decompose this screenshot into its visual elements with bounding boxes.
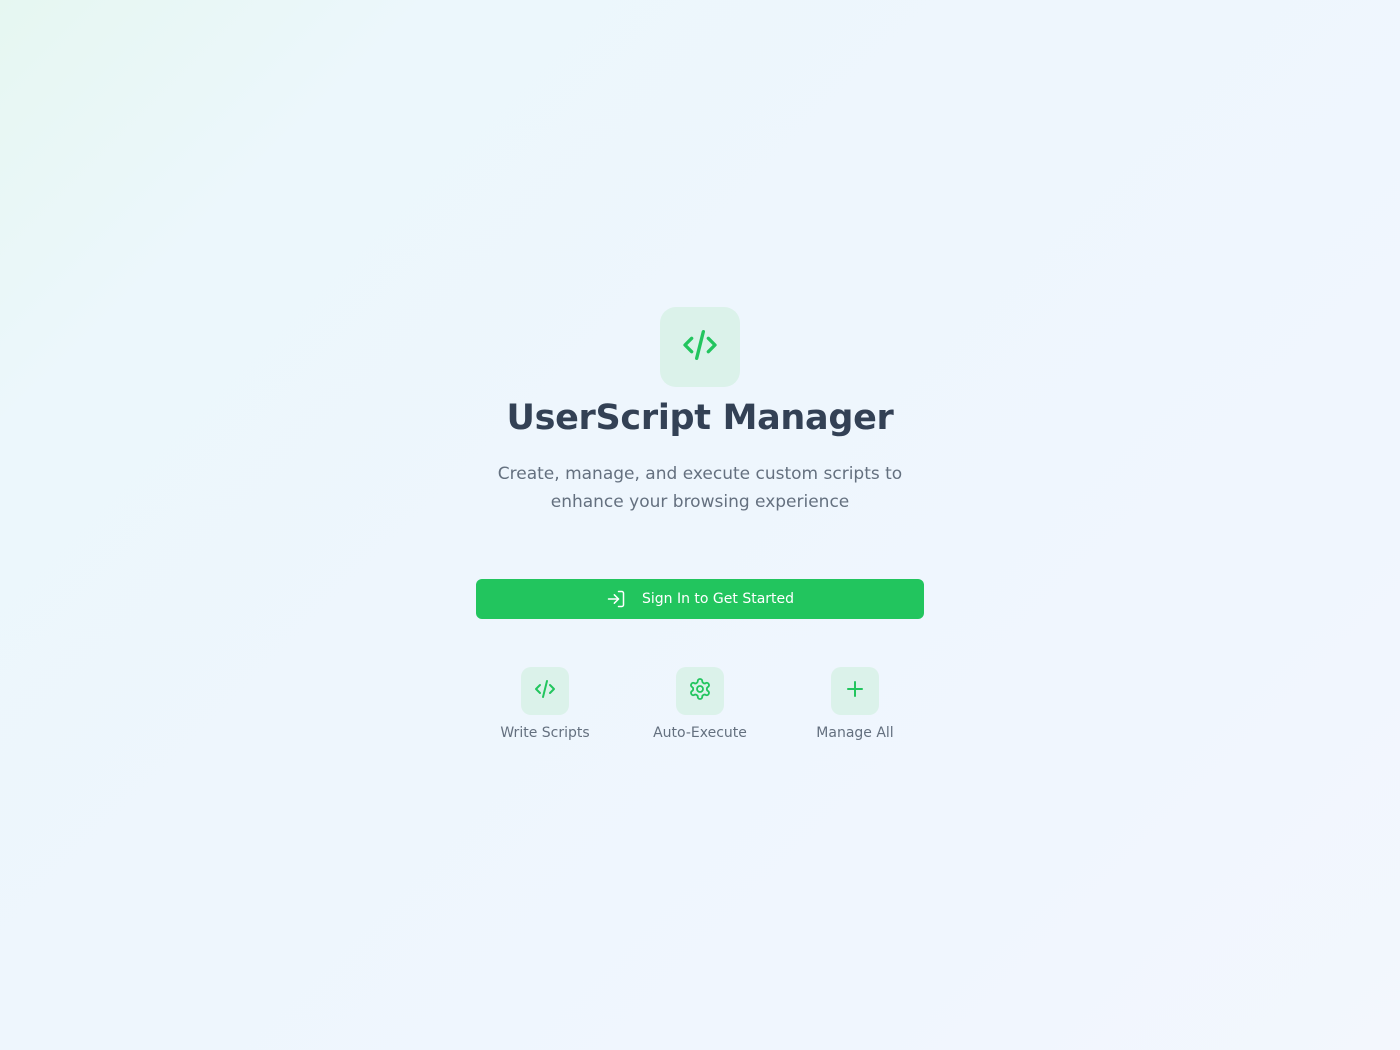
gear-icon	[688, 677, 712, 705]
app-subtitle: Create, manage, and execute custom scrip…	[490, 460, 910, 516]
code-icon	[680, 325, 720, 369]
feature-write-scripts: Write Scripts	[475, 667, 615, 741]
feature-manage-all: Manage All	[785, 667, 925, 741]
feature-label: Auto-Execute	[653, 725, 747, 741]
feature-icon-box	[831, 667, 879, 715]
plus-icon	[843, 677, 867, 705]
feature-icon-box	[676, 667, 724, 715]
sign-in-button-label: Sign In to Get Started	[641, 591, 795, 607]
app-title: UserScript Manager	[506, 398, 894, 438]
subtitle-line-1: Create, manage, and execute custom scrip…	[497, 464, 903, 484]
feature-icon-box	[521, 667, 569, 715]
app-logo	[660, 307, 740, 387]
feature-auto-execute: Auto-Execute	[630, 667, 770, 741]
feature-label: Manage All	[816, 725, 894, 741]
feature-label: Write Scripts	[500, 725, 590, 741]
welcome-screen: UserScript Manager Create, manage, and e…	[0, 0, 1400, 1050]
code-icon	[533, 677, 557, 705]
subtitle-line-2: enhance your browsing experience	[550, 492, 850, 512]
sign-in-icon	[606, 589, 626, 609]
sign-in-button[interactable]: Sign In to Get Started	[476, 579, 924, 619]
